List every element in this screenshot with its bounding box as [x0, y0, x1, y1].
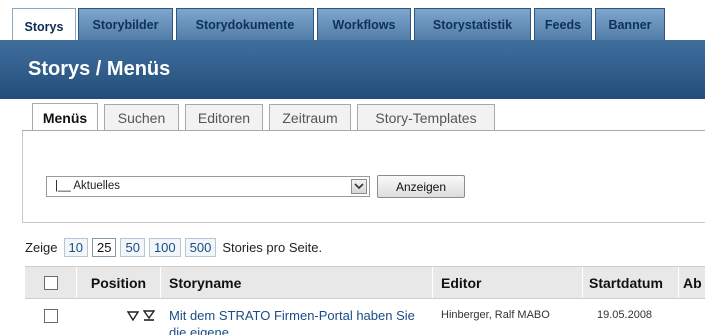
page-size-selector: Zeige 10 25 50 100 500 Stories pro Seite… [25, 237, 322, 257]
menu-select-value: |__ Aktuelles [55, 180, 121, 192]
tab-label: Storystatistik [432, 18, 513, 32]
move-down-icon[interactable] [126, 309, 140, 335]
table-header: Position Storyname Editor Startdatum Ab [25, 266, 705, 299]
chevron-down-icon[interactable] [351, 179, 367, 194]
column-next[interactable]: Ab [679, 267, 705, 298]
subtab-label: Story-Templates [375, 110, 477, 126]
title-bar: Storys / Menüs [0, 44, 705, 99]
page-size-25[interactable]: 25 [92, 237, 117, 257]
subtab-editoren[interactable]: Editoren [185, 104, 263, 131]
move-to-bottom-icon[interactable] [142, 309, 156, 335]
tab-label: Storydokumente [195, 18, 295, 32]
tab-banner[interactable]: Banner [595, 8, 665, 41]
column-storyname[interactable]: Storyname [161, 267, 433, 298]
tab-workflows[interactable]: Workflows [317, 8, 411, 41]
startdatum-cell: 19.05.2008 [597, 309, 653, 321]
page-size-500[interactable]: 500 [184, 237, 217, 257]
subtab-label: Suchen [117, 110, 166, 126]
subtab-story-templates[interactable]: Story-Templates [357, 104, 495, 131]
subtab-suchen[interactable]: Suchen [104, 104, 179, 131]
editor-cell: Hinberger, Ralf MABO [441, 309, 550, 321]
subtab-menus[interactable]: Menüs [32, 103, 98, 131]
column-startdatum[interactable]: Startdatum [583, 267, 679, 298]
tab-label: Storys [24, 19, 64, 34]
page-title: Storys / Menüs [28, 58, 171, 80]
table-row: Mit dem STRATO Firmen-Portal haben Sie d… [25, 300, 705, 335]
tab-storydokumente[interactable]: Storydokumente [176, 8, 314, 41]
column-editor[interactable]: Editor [433, 267, 583, 298]
paging-suffix: Stories pro Seite. [222, 239, 323, 255]
subtab-label: Editoren [197, 110, 251, 126]
select-all-cell [25, 267, 77, 298]
tab-storys[interactable]: Storys [12, 8, 76, 44]
page-size-100[interactable]: 100 [148, 237, 181, 257]
top-tab-bar: Storys Storybilder Storydokumente Workfl… [0, 0, 705, 44]
subtab-label: Zeitraum [282, 110, 338, 126]
menu-select[interactable]: |__ Aktuelles [46, 176, 370, 197]
tab-storystatistik[interactable]: Storystatistik [414, 8, 531, 41]
select-all-checkbox[interactable] [43, 275, 58, 290]
tab-label: Workflows [332, 18, 396, 32]
show-button[interactable]: Anzeigen [377, 175, 465, 198]
subtab-zeitraum[interactable]: Zeitraum [269, 104, 351, 131]
row-checkbox[interactable] [44, 309, 58, 323]
row-select-cell [25, 300, 77, 335]
column-position[interactable]: Position [77, 267, 161, 298]
tab-storybilder[interactable]: Storybilder [78, 8, 173, 41]
position-controls [77, 300, 161, 335]
paging-prefix: Zeige [25, 239, 58, 255]
tab-label: Banner [608, 18, 652, 32]
subtab-label: Menüs [42, 109, 88, 126]
tab-feeds[interactable]: Feeds [534, 8, 592, 41]
tab-label: Feeds [544, 18, 582, 32]
page-size-50[interactable]: 50 [120, 237, 145, 257]
tab-label: Storybilder [92, 18, 159, 32]
story-name-cell: Mit dem STRATO Firmen-Portal haben Sie d… [161, 300, 433, 335]
page-size-10[interactable]: 10 [63, 237, 88, 257]
story-link[interactable]: Mit dem STRATO Firmen-Portal haben Sie d… [169, 308, 415, 335]
